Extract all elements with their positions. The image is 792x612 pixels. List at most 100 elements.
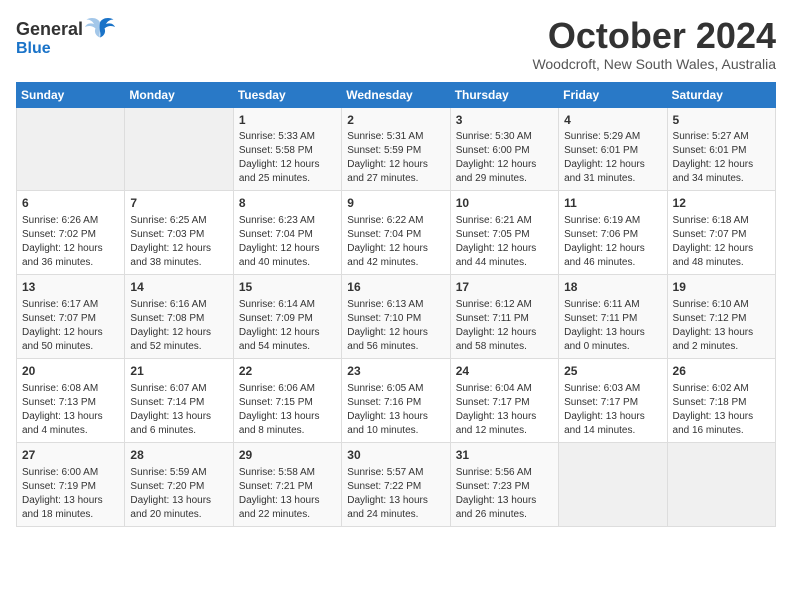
day-number: 31 xyxy=(456,447,553,464)
sunrise-text: Sunrise: 6:02 AM xyxy=(673,383,749,394)
sunrise-text: Sunrise: 6:13 AM xyxy=(347,299,423,310)
day-number: 21 xyxy=(130,363,227,380)
daylight-text: Daylight: 13 hours and 16 minutes. xyxy=(673,411,754,436)
logo: General Blue xyxy=(16,16,115,58)
sunrise-text: Sunrise: 5:58 AM xyxy=(239,467,315,478)
calendar-header-cell: Tuesday xyxy=(233,82,341,107)
day-number: 23 xyxy=(347,363,444,380)
calendar-day-cell: 8 Sunrise: 6:23 AM Sunset: 7:04 PM Dayli… xyxy=(233,191,341,275)
sunset-text: Sunset: 7:16 PM xyxy=(347,397,421,408)
sunrise-text: Sunrise: 5:29 AM xyxy=(564,131,640,142)
day-number: 18 xyxy=(564,279,661,296)
calendar-day-cell: 10 Sunrise: 6:21 AM Sunset: 7:05 PM Dayl… xyxy=(450,191,558,275)
calendar-day-cell: 3 Sunrise: 5:30 AM Sunset: 6:00 PM Dayli… xyxy=(450,107,558,191)
sunrise-text: Sunrise: 6:06 AM xyxy=(239,383,315,394)
month-title: October 2024 xyxy=(532,16,776,56)
daylight-text: Daylight: 12 hours and 44 minutes. xyxy=(456,243,537,268)
sunset-text: Sunset: 7:02 PM xyxy=(22,229,96,240)
sunset-text: Sunset: 7:05 PM xyxy=(456,229,530,240)
calendar-day-cell: 31 Sunrise: 5:56 AM Sunset: 7:23 PM Dayl… xyxy=(450,442,558,526)
calendar-day-cell: 17 Sunrise: 6:12 AM Sunset: 7:11 PM Dayl… xyxy=(450,275,558,359)
sunrise-text: Sunrise: 6:10 AM xyxy=(673,299,749,310)
calendar-day-cell: 30 Sunrise: 5:57 AM Sunset: 7:22 PM Dayl… xyxy=(342,442,450,526)
sunset-text: Sunset: 7:18 PM xyxy=(673,397,747,408)
daylight-text: Daylight: 13 hours and 10 minutes. xyxy=(347,411,428,436)
daylight-text: Daylight: 12 hours and 38 minutes. xyxy=(130,243,211,268)
sunrise-text: Sunrise: 5:27 AM xyxy=(673,131,749,142)
calendar-day-cell: 25 Sunrise: 6:03 AM Sunset: 7:17 PM Dayl… xyxy=(559,358,667,442)
sunset-text: Sunset: 7:13 PM xyxy=(22,397,96,408)
sunrise-text: Sunrise: 6:18 AM xyxy=(673,215,749,226)
calendar-day-cell: 5 Sunrise: 5:27 AM Sunset: 6:01 PM Dayli… xyxy=(667,107,775,191)
logo-bird-icon xyxy=(85,16,115,44)
calendar-day-cell: 26 Sunrise: 6:02 AM Sunset: 7:18 PM Dayl… xyxy=(667,358,775,442)
daylight-text: Daylight: 12 hours and 48 minutes. xyxy=(673,243,754,268)
day-number: 6 xyxy=(22,195,119,212)
calendar-day-cell: 9 Sunrise: 6:22 AM Sunset: 7:04 PM Dayli… xyxy=(342,191,450,275)
daylight-text: Daylight: 13 hours and 2 minutes. xyxy=(673,327,754,352)
calendar-week-row: 27 Sunrise: 6:00 AM Sunset: 7:19 PM Dayl… xyxy=(17,442,776,526)
day-number: 1 xyxy=(239,112,336,129)
daylight-text: Daylight: 13 hours and 8 minutes. xyxy=(239,411,320,436)
day-number: 7 xyxy=(130,195,227,212)
day-number: 16 xyxy=(347,279,444,296)
day-number: 4 xyxy=(564,112,661,129)
day-number: 22 xyxy=(239,363,336,380)
daylight-text: Daylight: 12 hours and 34 minutes. xyxy=(673,159,754,184)
sunset-text: Sunset: 7:21 PM xyxy=(239,481,313,492)
sunset-text: Sunset: 7:04 PM xyxy=(239,229,313,240)
sunset-text: Sunset: 7:07 PM xyxy=(673,229,747,240)
page-header: General Blue October 2024 Woodcroft, New… xyxy=(16,16,776,72)
title-block: October 2024 Woodcroft, New South Wales,… xyxy=(532,16,776,72)
calendar-day-cell: 15 Sunrise: 6:14 AM Sunset: 7:09 PM Dayl… xyxy=(233,275,341,359)
sunset-text: Sunset: 7:17 PM xyxy=(564,397,638,408)
daylight-text: Daylight: 13 hours and 22 minutes. xyxy=(239,495,320,520)
daylight-text: Daylight: 13 hours and 26 minutes. xyxy=(456,495,537,520)
sunrise-text: Sunrise: 6:23 AM xyxy=(239,215,315,226)
sunset-text: Sunset: 6:00 PM xyxy=(456,145,530,156)
sunset-text: Sunset: 6:01 PM xyxy=(564,145,638,156)
day-number: 20 xyxy=(22,363,119,380)
calendar-day-cell: 28 Sunrise: 5:59 AM Sunset: 7:20 PM Dayl… xyxy=(125,442,233,526)
daylight-text: Daylight: 13 hours and 14 minutes. xyxy=(564,411,645,436)
sunset-text: Sunset: 7:09 PM xyxy=(239,313,313,324)
day-number: 11 xyxy=(564,195,661,212)
sunset-text: Sunset: 7:17 PM xyxy=(456,397,530,408)
sunset-text: Sunset: 7:23 PM xyxy=(456,481,530,492)
sunrise-text: Sunrise: 6:11 AM xyxy=(564,299,639,310)
calendar-day-cell xyxy=(559,442,667,526)
sunrise-text: Sunrise: 5:59 AM xyxy=(130,467,206,478)
calendar-day-cell: 14 Sunrise: 6:16 AM Sunset: 7:08 PM Dayl… xyxy=(125,275,233,359)
daylight-text: Daylight: 12 hours and 36 minutes. xyxy=(22,243,103,268)
sunset-text: Sunset: 7:15 PM xyxy=(239,397,313,408)
sunrise-text: Sunrise: 6:19 AM xyxy=(564,215,640,226)
sunset-text: Sunset: 5:59 PM xyxy=(347,145,421,156)
calendar-day-cell xyxy=(17,107,125,191)
calendar-table: SundayMondayTuesdayWednesdayThursdayFrid… xyxy=(16,82,776,527)
sunrise-text: Sunrise: 5:30 AM xyxy=(456,131,532,142)
daylight-text: Daylight: 12 hours and 52 minutes. xyxy=(130,327,211,352)
daylight-text: Daylight: 13 hours and 12 minutes. xyxy=(456,411,537,436)
sunrise-text: Sunrise: 6:14 AM xyxy=(239,299,315,310)
sunrise-text: Sunrise: 6:17 AM xyxy=(22,299,98,310)
sunrise-text: Sunrise: 6:26 AM xyxy=(22,215,98,226)
sunrise-text: Sunrise: 6:07 AM xyxy=(130,383,206,394)
daylight-text: Daylight: 12 hours and 31 minutes. xyxy=(564,159,645,184)
calendar-day-cell xyxy=(125,107,233,191)
calendar-body: 1 Sunrise: 5:33 AM Sunset: 5:58 PM Dayli… xyxy=(17,107,776,526)
sunrise-text: Sunrise: 5:31 AM xyxy=(347,131,423,142)
daylight-text: Daylight: 12 hours and 27 minutes. xyxy=(347,159,428,184)
calendar-week-row: 13 Sunrise: 6:17 AM Sunset: 7:07 PM Dayl… xyxy=(17,275,776,359)
sunrise-text: Sunrise: 6:03 AM xyxy=(564,383,640,394)
sunset-text: Sunset: 7:07 PM xyxy=(22,313,96,324)
calendar-day-cell: 11 Sunrise: 6:19 AM Sunset: 7:06 PM Dayl… xyxy=(559,191,667,275)
daylight-text: Daylight: 13 hours and 24 minutes. xyxy=(347,495,428,520)
day-number: 28 xyxy=(130,447,227,464)
sunset-text: Sunset: 7:08 PM xyxy=(130,313,204,324)
sunset-text: Sunset: 7:06 PM xyxy=(564,229,638,240)
calendar-header-cell: Sunday xyxy=(17,82,125,107)
day-number: 13 xyxy=(22,279,119,296)
calendar-day-cell xyxy=(667,442,775,526)
calendar-day-cell: 19 Sunrise: 6:10 AM Sunset: 7:12 PM Dayl… xyxy=(667,275,775,359)
daylight-text: Daylight: 12 hours and 50 minutes. xyxy=(22,327,103,352)
